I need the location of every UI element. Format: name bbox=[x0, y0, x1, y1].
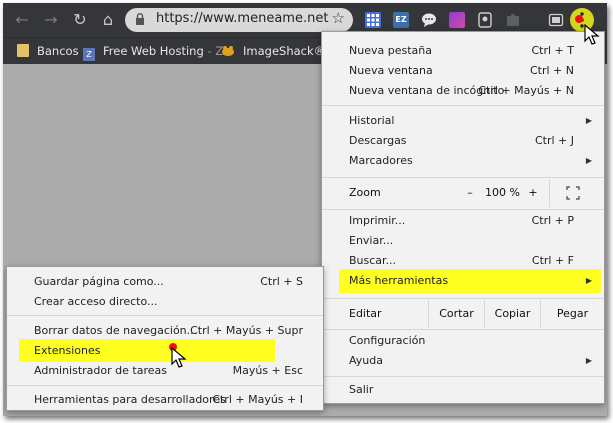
menu-separator bbox=[322, 177, 604, 178]
zoom-row: Zoom – 100 % + bbox=[322, 179, 604, 207]
badge-extension-icon[interactable] bbox=[477, 12, 493, 28]
reload-icon[interactable]: ↻ bbox=[69, 9, 91, 31]
chevron-right-icon: ▶ bbox=[585, 276, 592, 285]
submenu-item-herramientas-desarrolladores[interactable]: Herramientas para desarrolladores Ctrl + … bbox=[7, 390, 323, 410]
submenu-item-administrador-tareas[interactable]: Administrador de tareas Mayús + Esc bbox=[7, 361, 323, 381]
zoom-divider bbox=[549, 179, 550, 207]
menu-separator bbox=[322, 376, 604, 377]
star-icon[interactable]: ☆ bbox=[332, 9, 345, 27]
menu-separator bbox=[322, 329, 604, 330]
menu-separator bbox=[322, 298, 604, 299]
menu-item-nueva-pestana[interactable]: Nueva pestaña Ctrl + T bbox=[322, 41, 604, 61]
menu-item-marcadores[interactable]: Marcadores ▶ bbox=[322, 151, 604, 171]
zoom-out-button[interactable]: – bbox=[463, 186, 477, 200]
menu-item-incognito[interactable]: Nueva ventana de incógnito Ctrl + Mayús +… bbox=[322, 81, 604, 101]
home-icon[interactable]: ⌂ bbox=[97, 9, 119, 31]
paste-button[interactable]: Pegar bbox=[540, 300, 604, 328]
zoom-level: 100 % bbox=[485, 186, 520, 199]
click-marker-icon bbox=[575, 15, 583, 23]
menu-item-descargas[interactable]: Descargas Ctrl + J bbox=[322, 131, 604, 151]
chrome-main-menu: Nueva pestaña Ctrl + T Nueva ventana Ctrl … bbox=[321, 31, 605, 404]
pencil-extension-icon[interactable] bbox=[449, 12, 465, 28]
menu-separator bbox=[7, 315, 323, 316]
chat-bubble-icon[interactable] bbox=[421, 12, 437, 28]
zoom-in-button[interactable]: + bbox=[526, 186, 540, 200]
chevron-right-icon: ▶ bbox=[585, 156, 592, 165]
submenu-item-borrar-datos[interactable]: Borrar datos de navegación... Ctrl + Mayú… bbox=[7, 321, 323, 341]
menu-item-buscar[interactable]: Buscar... Ctrl + F bbox=[322, 251, 604, 271]
site-favicon: Z bbox=[83, 48, 95, 61]
puzzle-extension-icon[interactable] bbox=[505, 12, 521, 28]
screen-capture-icon[interactable] bbox=[548, 12, 564, 28]
edit-row: Editar Cortar Copiar Pegar bbox=[322, 300, 604, 328]
grid-extension-icon[interactable] bbox=[365, 12, 381, 28]
menu-item-enviar[interactable]: Enviar... bbox=[322, 231, 604, 251]
back-icon[interactable]: ← bbox=[11, 9, 33, 31]
lock-icon bbox=[136, 13, 144, 25]
folder-icon bbox=[17, 44, 29, 57]
menu-item-salir[interactable]: Salir bbox=[322, 380, 604, 400]
bookmark-free-web-hosting[interactable]: Z Free Web Hosting - Z bbox=[83, 44, 223, 61]
submenu-item-guardar[interactable]: Guardar página como... Ctrl + S bbox=[7, 272, 323, 292]
ez-extension-icon[interactable]: EZ bbox=[393, 12, 409, 28]
menu-separator bbox=[322, 209, 604, 210]
mouse-pointer-icon bbox=[584, 24, 600, 45]
menu-separator bbox=[322, 105, 604, 106]
submenu-item-acceso-directo[interactable]: Crear acceso directo... bbox=[7, 292, 323, 312]
browser-window: ← → ↻ ⌂ https://www.meneame.net ☆ EZ Ban… bbox=[3, 3, 607, 416]
fullscreen-icon[interactable] bbox=[566, 186, 580, 200]
chevron-right-icon: ▶ bbox=[585, 356, 592, 365]
menu-item-imprimir[interactable]: Imprimir... Ctrl + P bbox=[322, 211, 604, 231]
forward-icon[interactable]: → bbox=[40, 9, 62, 31]
menu-item-configuracion[interactable]: Configuración bbox=[322, 331, 604, 351]
submenu-item-extensiones[interactable]: Extensiones bbox=[7, 341, 323, 361]
chevron-right-icon: ▶ bbox=[585, 116, 592, 125]
frog-icon bbox=[222, 46, 234, 56]
url-text[interactable]: https://www.meneame.net bbox=[156, 11, 328, 26]
menu-item-historial[interactable]: Historial ▶ bbox=[322, 111, 604, 131]
menu-item-ayuda[interactable]: Ayuda ▶ bbox=[322, 351, 604, 371]
mouse-pointer-icon bbox=[171, 347, 187, 368]
address-bar[interactable]: https://www.meneame.net ☆ bbox=[125, 8, 353, 32]
menu-separator bbox=[7, 385, 323, 386]
more-tools-submenu: Guardar página como... Ctrl + S Crear acc… bbox=[6, 266, 324, 411]
menu-item-mas-herramientas[interactable]: Más herramientas ▶ bbox=[322, 271, 604, 291]
copy-button[interactable]: Copiar bbox=[484, 300, 540, 328]
menu-item-nueva-ventana[interactable]: Nueva ventana Ctrl + N bbox=[322, 61, 604, 81]
cut-button[interactable]: Cortar bbox=[428, 300, 484, 328]
bookmark-bancos[interactable]: Bancos bbox=[17, 44, 79, 60]
